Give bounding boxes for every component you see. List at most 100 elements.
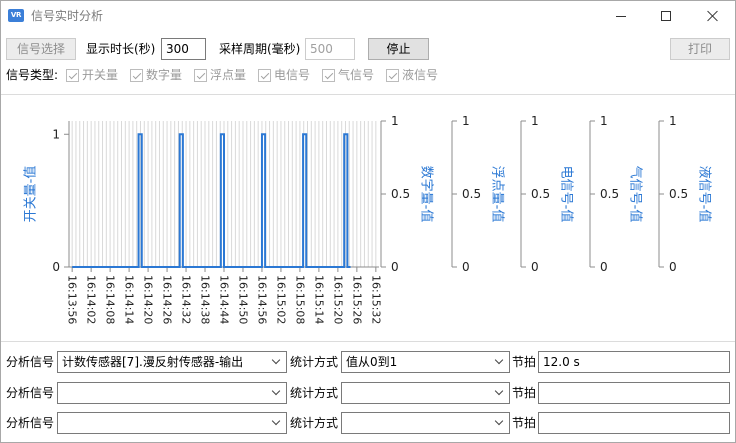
beat-label: 节拍 [512,416,537,430]
y-tick-label: 0.5 [600,187,619,201]
stat-method-label: 统计方式 [290,386,339,400]
chart-bottom-divider [1,341,735,342]
chevron-down-icon[interactable] [268,352,286,372]
checkbox-hydraulic[interactable] [386,69,399,82]
y-axis-title: 浮点量-值 [490,166,506,223]
y-tick-label: 1 [462,114,470,128]
chevron-down-icon[interactable] [491,383,509,403]
x-tick-label: 16:13:56 [66,275,79,324]
checkbox-label: 开关量 [82,68,119,82]
y-axis-title: 气信号-值 [628,166,644,223]
y-tick-label: 1 [531,114,539,128]
sample-period-input[interactable] [305,38,355,60]
stat-method-select[interactable] [341,382,510,404]
checkbox-switch[interactable] [66,69,79,82]
y-tick-label: 0 [531,260,539,274]
signal-select-button[interactable]: 信号选择 [6,38,76,60]
x-tick-label: 16:14:20 [142,275,155,324]
analysis-signal-label: 分析信号 [6,416,55,430]
y-tick-label: 0.5 [391,187,410,201]
chevron-down-icon[interactable] [268,383,286,403]
y-axis-title: 开关量-值 [23,166,39,223]
title-bar[interactable]: VR 信号实时分析 [1,1,735,32]
stat-method-label: 统计方式 [290,416,339,430]
beat-input[interactable] [538,412,730,434]
close-icon [706,10,718,22]
beat-field-wrap [538,351,730,373]
logo-text: VR [10,11,22,19]
x-tick-label: 16:14:32 [180,275,193,324]
y-tick-label: 0 [462,260,470,274]
beat-label: 节拍 [512,386,537,400]
minimize-icon [616,16,626,17]
analysis-signal-select[interactable] [57,412,287,434]
x-tick-label: 16:15:26 [350,275,363,324]
checkbox-label: 气信号 [338,68,375,82]
stop-button[interactable]: 停止 [368,38,429,60]
analysis-signal-select[interactable]: 计数传感器[7].漫反射传感器-输出 [57,351,287,373]
checkbox-pneumatic[interactable] [322,69,335,82]
beat-field-wrap [538,412,730,434]
duration-label: 显示时长(秒) [86,42,156,56]
x-tick-label: 16:14:02 [85,275,98,324]
duration-input[interactable] [161,38,206,60]
stat-method-value: 值从0到1 [346,355,398,369]
x-tick-label: 16:15:32 [369,275,382,324]
stat-method-select[interactable]: 值从0到1 [341,351,510,373]
beat-input[interactable] [538,351,730,373]
signal-type-label: 信号类型: [6,68,59,82]
checkbox-label: 数字量 [146,68,183,82]
stat-method-select[interactable] [341,412,510,434]
y-tick-label: 0 [669,260,677,274]
analysis-signal-label: 分析信号 [6,386,55,400]
y-tick-label: 0.5 [462,187,481,201]
checkbox-label: 液信号 [402,68,439,82]
y-tick-label: 1 [669,114,677,128]
x-tick-label: 16:15:08 [293,275,306,324]
checkbox-float[interactable] [194,69,207,82]
x-tick-label: 16:14:14 [123,275,136,324]
y-tick-label: 1 [600,114,608,128]
y-tick-label: 0.5 [669,187,688,201]
sample-period-field-wrap [305,38,355,60]
x-tick-label: 16:14:08 [104,275,117,324]
minimize-button[interactable] [599,1,644,32]
window-title: 信号实时分析 [31,9,104,23]
checkbox-label: 浮点量 [210,68,247,82]
chevron-down-icon[interactable] [491,352,509,372]
x-tick-label: 16:15:14 [312,275,325,324]
app-window: VR 信号实时分析 信号选择 显示时长(秒) 采样周期(毫秒) 停止 打印 信号… [0,0,736,443]
x-tick-label: 16:14:50 [236,275,249,324]
beat-input[interactable] [538,382,730,404]
y-tick-label: 1 [391,114,399,128]
x-tick-label: 16:14:38 [199,275,212,324]
y-tick-label: 0 [52,260,60,274]
x-tick-label: 16:14:26 [161,275,174,324]
x-tick-label: 16:15:20 [331,275,344,324]
checkbox-digital[interactable] [130,69,143,82]
sample-period-label: 采样周期(毫秒) [219,42,301,56]
stat-method-label: 统计方式 [290,355,339,369]
y-tick-label: 0.5 [531,187,550,201]
beat-field-wrap [538,382,730,404]
x-tick-label: 16:15:02 [274,275,287,324]
y-axis-title: 数字量-值 [419,166,435,223]
vr-logo-icon: VR [8,9,24,22]
chevron-down-icon[interactable] [268,413,286,433]
close-button[interactable] [690,1,735,32]
print-button[interactable]: 打印 [670,38,730,60]
y-tick-label: 1 [52,127,60,141]
chevron-down-icon[interactable] [491,413,509,433]
x-tick-label: 16:14:44 [218,275,231,324]
y-axis-title: 液信号-值 [697,166,713,223]
y-axis-title: 电信号-值 [559,166,575,223]
analysis-signal-value: 计数传感器[7].漫反射传感器-输出 [62,355,244,369]
x-tick-label: 16:14:56 [255,275,268,324]
maximize-icon [661,11,671,21]
checkbox-label: 电信号 [274,68,311,82]
beat-label: 节拍 [512,355,537,369]
y-tick-label: 0 [391,260,399,274]
maximize-button[interactable] [644,1,689,32]
analysis-signal-select[interactable] [57,382,287,404]
checkbox-electric[interactable] [258,69,271,82]
